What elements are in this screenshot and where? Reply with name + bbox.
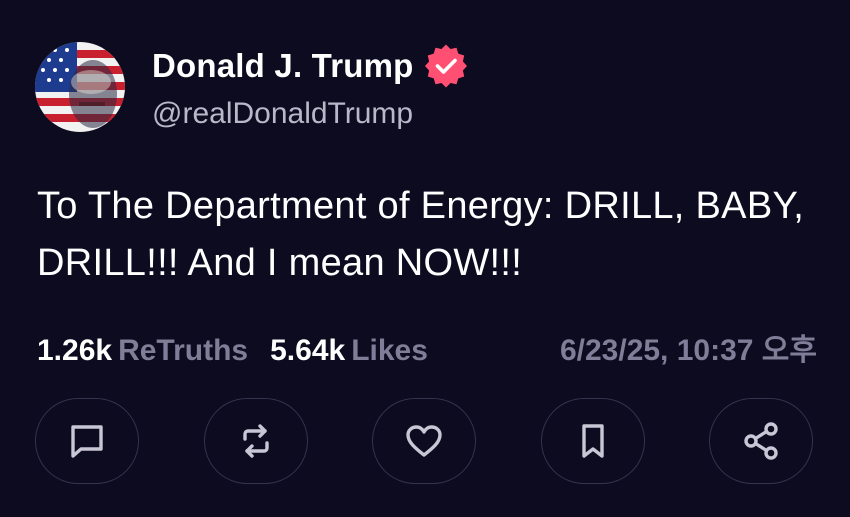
post-timestamp: 6/23/25, 10:37 오후 [559,334,817,367]
likes-count[interactable]: 5.64k [270,334,345,368]
heart-icon [406,425,442,457]
post-stats-row: 1.26k ReTruths 5.64k Likes 6/23/25, 10:3… [37,325,817,369]
verified-badge-icon [424,44,468,88]
avatar[interactable] [35,42,125,132]
truth-post: Donald J. Trump @realDonaldTrump To The … [0,0,850,517]
post-body-text: To The Department of Energy: DRILL, BABY… [37,185,805,284]
repost-icon [242,424,269,458]
retruth-button[interactable] [203,398,308,484]
author-handle[interactable]: @realDonaldTrump [152,97,413,131]
retruths-count[interactable]: 1.26k [37,334,112,368]
action-bar [35,398,813,484]
bookmark-icon [581,424,604,458]
author-display-name[interactable]: Donald J. Trump [152,47,414,85]
like-button[interactable] [372,398,476,484]
share-icon [744,422,778,460]
share-button[interactable] [709,398,813,484]
bookmark-button[interactable] [540,398,645,484]
likes-label[interactable]: Likes [351,334,428,368]
reply-button[interactable] [35,398,139,484]
author-name-row: Donald J. Trump [152,44,468,88]
retruths-label[interactable]: ReTruths [118,334,248,368]
avatar-image [35,42,125,132]
comment-icon [71,425,103,458]
